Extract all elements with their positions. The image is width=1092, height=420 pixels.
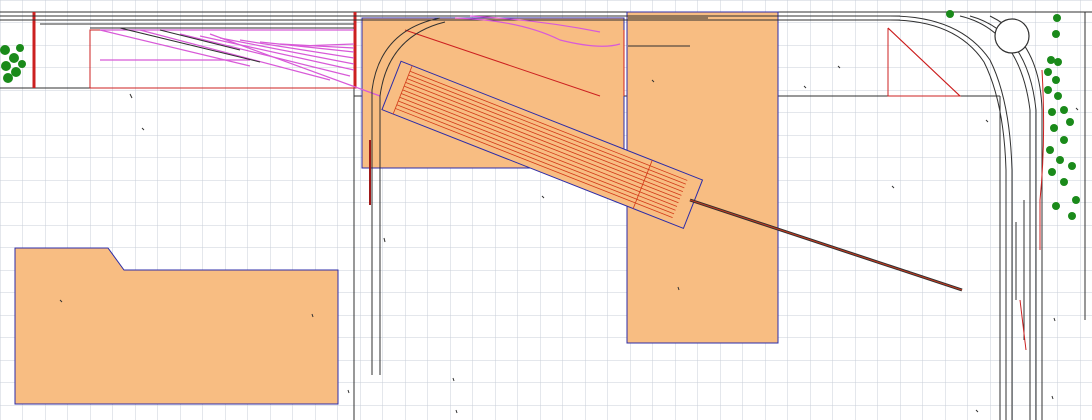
track-plan-canvas	[0, 0, 1092, 420]
turntable	[994, 18, 1030, 54]
building-left	[14, 247, 339, 405]
